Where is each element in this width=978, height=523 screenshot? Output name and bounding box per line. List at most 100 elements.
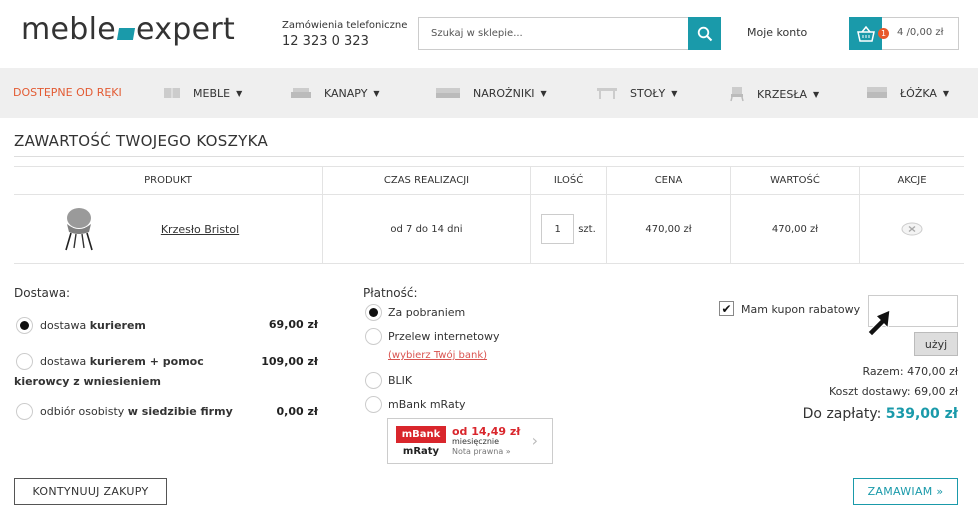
coupon-checkbox[interactable]: ✔	[719, 301, 734, 316]
product-thumbnail[interactable]	[54, 195, 104, 263]
quantity-unit: szt.	[578, 223, 596, 235]
phone-order-info: Zamówienia telefoniczne 12 323 0 323	[282, 20, 407, 49]
product-name-cell: Krzesło Bristol	[160, 195, 240, 263]
payment-blik-radio[interactable]	[365, 372, 382, 389]
installment-period: miesięcznie	[452, 437, 500, 446]
delivery-label: Dostawa:	[14, 286, 71, 300]
column-header-actions: AKCJE	[859, 166, 964, 194]
total-to-pay: Do zapłaty: 539,00 zł	[803, 406, 958, 422]
quantity-input[interactable]: 1	[541, 214, 575, 244]
choose-bank-link[interactable]: (wybierz Twój bank)	[388, 350, 487, 361]
nav-item-chairs[interactable]: KRZESŁA ▼	[729, 86, 819, 102]
search-input[interactable]	[419, 18, 689, 49]
chevron-down-icon: ▼	[671, 88, 678, 98]
chevron-right-icon: ›	[531, 431, 538, 450]
search-bar	[418, 17, 721, 50]
delivery-price-pickup: 0,00 zł	[276, 405, 318, 418]
cart-table-header: PRODUKT CZAS REALIZACJI ILOŚĆ CENA WARTO…	[14, 166, 964, 195]
search-button[interactable]	[688, 17, 721, 50]
chevron-down-icon: ▼	[236, 88, 243, 98]
column-header-price: CENA	[606, 166, 730, 194]
column-header-quantity: ILOŚĆ	[530, 166, 606, 194]
mbank-logo-bottom: mRaty	[396, 443, 446, 460]
column-header-lead-time: CZAS REALIZACJI	[322, 166, 530, 194]
basket-icon	[856, 25, 875, 42]
logo-text-right: expert	[136, 12, 236, 47]
mbank-logo: mBank mRaty	[396, 426, 446, 460]
payment-cod-radio[interactable]	[365, 304, 382, 321]
delivery-option-courier[interactable]: dostawa kurierem	[40, 319, 146, 332]
payment-transfer-radio[interactable]	[365, 328, 382, 345]
delivery-price-courier-help: 109,00 zł	[261, 355, 318, 368]
payment-mraty-radio[interactable]	[365, 396, 382, 413]
delivery-option-courier-help[interactable]: dostawa kurierem + pomoc	[40, 355, 204, 368]
delivery-option-pickup[interactable]: odbiór osobisty w siedzibie firmy	[40, 405, 233, 418]
actions-cell	[859, 195, 964, 263]
chair-icon	[730, 87, 744, 102]
continue-shopping-button[interactable]: KONTYNUUJ ZAKUPY	[14, 478, 167, 505]
table-icon	[597, 88, 617, 99]
nav-item-label: KANAPY	[324, 86, 368, 100]
product-name-link[interactable]: Krzesło Bristol	[161, 223, 239, 236]
total-label: Do zapłaty:	[802, 406, 886, 422]
nav-item-sofas[interactable]: KANAPY ▼	[290, 86, 380, 100]
nav-item-label: KRZESŁA	[757, 87, 808, 101]
payment-option-cod[interactable]: Za pobraniem	[388, 306, 465, 319]
apply-coupon-button[interactable]: użyj	[914, 332, 958, 356]
nav-item-label: MEBLE	[193, 86, 231, 100]
delivery-courier-radio[interactable]	[16, 317, 33, 334]
delivery-pickup-radio[interactable]	[16, 403, 33, 420]
nav-item-label: DOSTĘPNE OD RĘKI	[13, 86, 122, 99]
chevron-down-icon: ▼	[373, 88, 380, 98]
page-title: ZAWARTOŚĆ TWOJEGO KOSZYKA	[14, 132, 269, 150]
site-logo[interactable]: meble expert	[21, 12, 235, 47]
payment-option-transfer[interactable]: Przelew internetowy	[388, 330, 500, 343]
coupon-label: Mam kupon rabatowy	[741, 303, 861, 316]
option-text-bold: kierowcy z wniesieniem	[14, 375, 161, 388]
phone-label: Zamówienia telefoniczne	[282, 20, 408, 31]
option-text-bold: kurierem + pomoc	[89, 355, 204, 368]
mbank-logo-top: mBank	[396, 426, 446, 443]
chevron-down-icon: ▼	[540, 88, 547, 98]
phone-number[interactable]: 12 323 0 323	[282, 34, 407, 49]
table-row: Krzesło Bristol od 7 do 14 dni 1 szt. 47…	[14, 195, 964, 264]
quantity-cell: 1 szt.	[530, 195, 606, 263]
lead-time-cell: od 7 do 14 dni	[322, 195, 530, 263]
sideboard-icon	[164, 88, 180, 98]
payment-option-blik[interactable]: BLIK	[388, 374, 412, 387]
nav-item-available[interactable]: DOSTĘPNE OD RĘKI	[13, 86, 122, 99]
corner-sofa-icon	[436, 88, 460, 98]
cart-button[interactable]: 1 4 /0,00 zł	[849, 17, 959, 50]
delivery-option-courier-help-line2: kierowcy z wniesieniem	[14, 375, 161, 388]
my-account-link[interactable]: Moje konto	[747, 26, 807, 39]
column-header-value: WARTOŚĆ	[730, 166, 859, 194]
remove-item-icon[interactable]	[901, 222, 923, 236]
nav-item-corner-sofas[interactable]: NAROŻNIKI ▼	[435, 86, 547, 100]
nav-item-beds[interactable]: ŁÓŻKA ▼	[866, 86, 949, 100]
nav-item-tables[interactable]: STOŁY ▼	[596, 86, 677, 100]
title-divider	[14, 156, 964, 157]
site-header: meble expert Zamówienia telefoniczne 12 3…	[0, 0, 978, 68]
place-order-button[interactable]: ZAMAWIAM »	[853, 478, 958, 505]
option-text: odbiór osobisty	[40, 405, 128, 418]
nav-item-label: ŁÓŻKA	[900, 86, 937, 100]
price-cell: 470,00 zł	[606, 195, 730, 263]
delivery-price-courier: 69,00 zł	[268, 318, 318, 331]
chevron-down-icon: ▼	[942, 88, 950, 98]
value-cell: 470,00 zł	[730, 195, 859, 263]
nav-item-furniture[interactable]: MEBLE ▼	[163, 86, 242, 100]
logo-mark-icon	[116, 28, 136, 40]
chair-product-image	[65, 208, 93, 251]
payment-option-mraty[interactable]: mBank mRaty	[388, 398, 466, 411]
nav-item-label: STOŁY	[630, 86, 666, 100]
search-icon	[697, 26, 712, 41]
logo-text-left: meble	[21, 12, 117, 47]
mbank-installments-banner[interactable]: mBank mRaty od 14,49 zł miesięcznie Nota…	[387, 418, 553, 464]
option-text-bold: w siedzibie firmy	[127, 405, 233, 418]
delivery-courier-help-radio[interactable]	[16, 353, 33, 370]
subtotal: Razem: 470,00 zł	[862, 365, 959, 378]
chevron-down-icon: ▼	[813, 89, 820, 99]
main-navigation: DOSTĘPNE OD RĘKI MEBLE ▼ KANAPY ▼ NAROŻNIK…	[0, 68, 978, 118]
cart-count-badge: 1	[878, 28, 889, 39]
legal-note-link[interactable]: Nota prawna »	[452, 447, 511, 456]
